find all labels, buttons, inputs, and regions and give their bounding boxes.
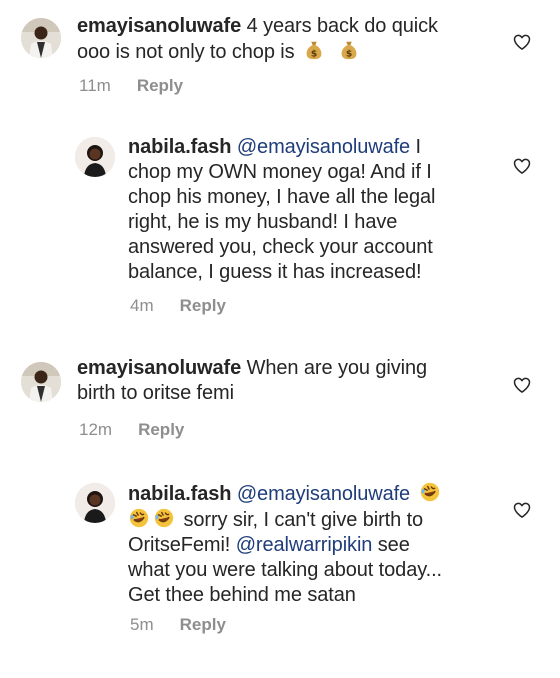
money-bag-emoji [338,39,360,61]
comment-timestamp: 5m [130,615,154,634]
mention-link[interactable]: @emayisanoluwafe [237,136,410,158]
comment-meta: 12m Reply [79,420,184,440]
rolling-laughing-emoji [419,481,441,503]
avatar[interactable] [75,137,115,177]
comment-meta: 11m Reply [79,76,183,96]
reply-button[interactable]: Reply [180,296,226,315]
avatar[interactable] [75,483,115,523]
comment-body: OritseFemi! [128,534,236,556]
comment-body: what you were talking about today... [128,559,442,581]
money-bag-emoji [303,39,325,61]
heart-icon[interactable] [512,156,532,176]
reply-button[interactable]: Reply [138,420,184,439]
heart-icon[interactable] [512,375,532,395]
comment-body: Get thee behind me satan [128,584,356,606]
comment-body: When are you giving [241,357,428,379]
comment-username[interactable]: emayisanoluwafe [77,15,241,37]
mention-link[interactable]: @emayisanoluwafe [237,483,410,505]
comment-body: see [372,534,410,556]
comment-meta: 4m Reply [130,296,226,316]
reply-button[interactable]: Reply [137,76,183,95]
comment-body: answered you, check your account [128,236,433,258]
comment-username[interactable]: emayisanoluwafe [77,357,241,379]
mention-link[interactable]: @realwarripikin [236,534,373,556]
comment-body: sorry sir, I can't give birth to [178,509,424,531]
comment-body: birth to oritse femi [77,382,234,404]
reply-button[interactable]: Reply [180,615,226,634]
comment-text: emayisanoluwafe When are you giving birt… [77,356,497,406]
comment-timestamp: 4m [130,296,154,315]
comment-text: nabila.fash @emayisanoluwafe I chop my O… [128,135,508,285]
comment-body: ooo is not only to chop is [77,41,300,63]
comment-body: balance, I guess it has increased! [128,261,422,283]
comment-timestamp: 11m [79,76,111,95]
comment-body: right, he is my husband! I have [128,211,398,233]
rolling-laughing-emoji [153,507,175,529]
comment-body: 4 years back do quick [241,15,438,37]
comment-body: chop my OWN money oga! And if I [128,161,432,183]
avatar[interactable] [21,18,61,58]
rolling-laughing-emoji [128,507,150,529]
avatar[interactable] [21,362,61,402]
comment-body: chop his money, I have all the legal [128,186,436,208]
comment-username[interactable]: nabila.fash [128,483,231,505]
comment-meta: 5m Reply [130,615,226,635]
comment-username[interactable]: nabila.fash [128,136,231,158]
heart-icon[interactable] [512,500,532,520]
comment-text: nabila.fash @emayisanoluwafe sorry sir, … [128,481,508,608]
comment-text: emayisanoluwafe 4 years back do quick oo… [77,14,497,65]
comment-body: I [410,136,422,158]
heart-icon[interactable] [512,32,532,52]
comment-timestamp: 12m [79,420,113,439]
